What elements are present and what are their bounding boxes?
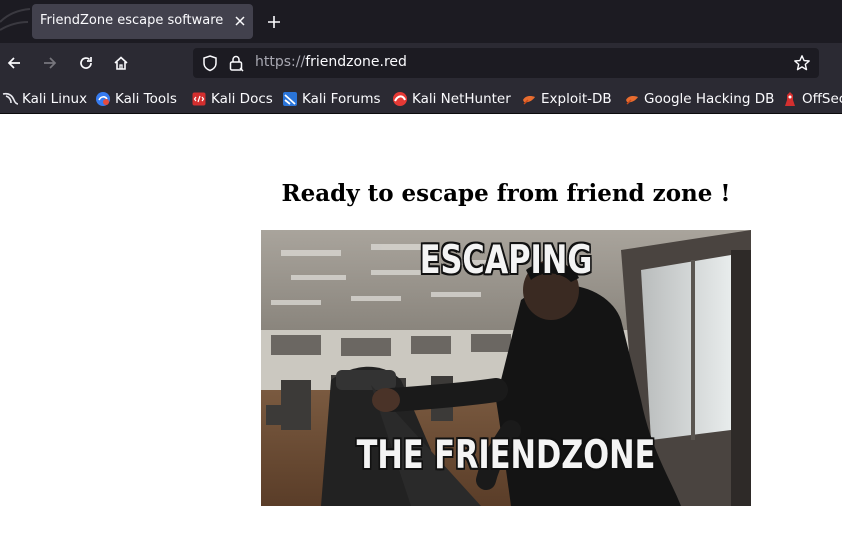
meme-top-text: ESCAPING <box>419 238 593 283</box>
bookmark-label: Kali Forums <box>302 90 381 107</box>
bookmark-label: OffSec <box>802 90 842 107</box>
page-heading: Ready to escape from friend zone ! <box>281 180 731 207</box>
nethunter-icon <box>393 91 407 106</box>
escaping-friendzone-gif: ESCAPING THE FRIENDZONE <box>261 230 751 506</box>
offsec-icon <box>785 91 795 106</box>
url-scheme: https:// <box>255 54 306 70</box>
kali-docs-icon <box>192 92 206 105</box>
bookmark-kali-tools[interactable]: Kali Tools <box>95 89 177 108</box>
bookmark-offsec[interactable]: OffSec <box>782 89 842 108</box>
close-icon[interactable] <box>231 12 249 30</box>
lock-icon[interactable] <box>227 54 245 72</box>
kali-forums-icon <box>283 91 297 106</box>
bookmark-exploit-db[interactable]: Exploit-DB <box>521 89 612 108</box>
bookmark-label: Kali NetHunter <box>412 90 511 107</box>
tab-title: FriendZone escape software <box>40 13 224 28</box>
url-host: friendzone.red <box>305 54 407 70</box>
active-tab[interactable]: FriendZone escape software <box>32 4 253 39</box>
home-icon[interactable] <box>110 52 132 74</box>
kali-tools-icon <box>96 91 110 106</box>
bookmark-label: Exploit-DB <box>541 90 612 107</box>
bookmark-kali-nethunter[interactable]: Kali NetHunter <box>392 89 511 108</box>
exploit-db-icon <box>523 95 535 105</box>
arrow-left-icon[interactable] <box>3 52 25 74</box>
bookmark-google-hacking-db[interactable]: Google Hacking DB <box>624 89 774 108</box>
kali-dragon-icon <box>2 92 18 105</box>
arrow-right-icon[interactable] <box>39 52 61 74</box>
meme-bottom-text: THE FRIENDZONE <box>356 433 656 478</box>
shield-icon[interactable] <box>201 54 219 72</box>
plus-icon[interactable] <box>264 12 284 32</box>
reload-icon[interactable] <box>75 52 97 74</box>
bookmark-label: Google Hacking DB <box>644 90 775 107</box>
kali-decoration-icon <box>0 8 30 31</box>
nav-toolbar: https://friendzone.red <box>0 43 842 83</box>
bookmark-kali-forums[interactable]: Kali Forums <box>282 89 381 108</box>
url-bar[interactable]: https://friendzone.red <box>193 48 819 78</box>
bookmark-label: Kali Linux <box>22 90 88 107</box>
page-content: Ready to escape from friend zone ! ESCAP… <box>0 114 842 548</box>
tab-strip: FriendZone escape software <box>0 0 842 43</box>
bookmark-label: Kali Tools <box>115 90 177 107</box>
bookmark-kali-linux[interactable]: Kali Linux <box>2 89 87 108</box>
ghdb-icon <box>626 95 638 105</box>
bookmark-kali-docs[interactable]: Kali Docs <box>191 89 273 108</box>
url-text[interactable]: https://friendzone.red <box>255 54 407 70</box>
bookmark-label: Kali Docs <box>211 90 273 107</box>
star-icon[interactable] <box>793 54 811 72</box>
bookmarks-toolbar: Kali Linux Kali Tools Kali Docs Kali For… <box>0 83 842 114</box>
